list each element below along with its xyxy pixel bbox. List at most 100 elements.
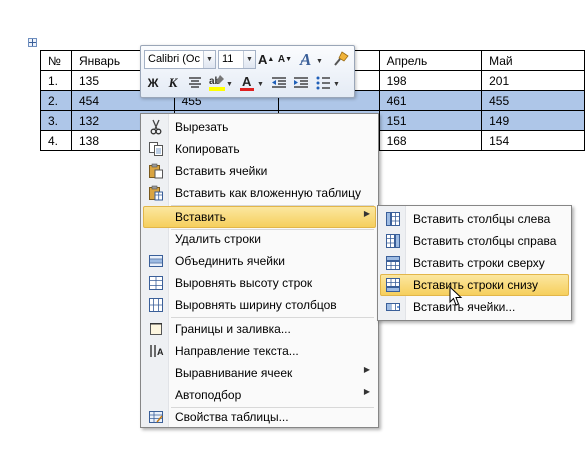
menu-item-table-properties[interactable]: Свойства таблицы... (143, 406, 376, 428)
table-cell[interactable]: 461 (378, 90, 483, 111)
menu-item-insert[interactable]: Вставить ▶ (143, 206, 376, 228)
menu-item-merge-cells[interactable]: Объединить ячейки (143, 250, 376, 272)
svg-text:▼: ▼ (333, 81, 340, 88)
menu-item-label: Границы и заливка... (175, 322, 291, 336)
font-size-value: 11 (222, 53, 234, 65)
distribute-columns-icon (149, 298, 163, 312)
table-cell[interactable]: 3. (40, 110, 72, 131)
submenu-item-label: Вставить ячейки... (413, 300, 516, 314)
highlight-icon: ab ▼ (209, 75, 233, 91)
table-properties-icon (149, 411, 163, 423)
table-cell[interactable]: 154 (481, 130, 585, 151)
menu-item-label: Выровнять ширину столбцов (175, 298, 337, 312)
svg-text:▼: ▼ (226, 81, 233, 88)
font-color-icon: A ▼ (240, 74, 264, 91)
menu-item-paste-cells[interactable]: Вставить ячейки (143, 160, 376, 182)
submenu-item-insert-columns-right[interactable]: Вставить столбцы справа (380, 230, 569, 252)
insert-rows-above-icon (386, 256, 400, 270)
menu-item-label: Вставить ячейки (175, 164, 268, 178)
submenu-item-label: Вставить строки сверху (413, 256, 545, 270)
svg-text:▼: ▼ (316, 58, 323, 65)
table-cell[interactable]: № (40, 50, 72, 71)
align-center-icon (189, 77, 201, 88)
svg-text:A: A (299, 50, 311, 69)
table-cell[interactable]: 149 (481, 110, 585, 131)
menu-item-label: Выровнять высоту строк (175, 276, 313, 290)
increase-indent-button[interactable] (291, 73, 311, 93)
table-cell[interactable]: Май (481, 50, 585, 71)
menu-item-label: Вырезать (175, 120, 229, 134)
scissors-icon (150, 119, 162, 135)
table-cell[interactable]: 2. (40, 90, 72, 111)
menu-item-copy[interactable]: Копировать (143, 138, 376, 160)
submenu-item-label: Вставить столбцы слева (413, 212, 551, 226)
styles-button[interactable]: A ▼ (297, 49, 325, 69)
menu-item-borders-shading[interactable]: Границы и заливка... (143, 318, 376, 340)
font-size-combo[interactable]: 11 ▼ (218, 50, 256, 69)
submenu-item-label: Вставить столбцы справа (413, 234, 557, 248)
submenu-arrow-icon: ▶ (363, 387, 370, 396)
format-painter-icon (334, 51, 349, 66)
table-cell[interactable]: 198 (378, 70, 483, 91)
borders-icon (150, 323, 162, 335)
paste-table-icon (149, 185, 163, 201)
bullets-button[interactable]: ▼ (314, 73, 340, 93)
table-cell[interactable]: 151 (378, 110, 483, 131)
paste-icon (149, 163, 163, 179)
decrease-indent-button[interactable] (269, 73, 289, 93)
grow-font-icon: A (258, 52, 268, 67)
insert-submenu: Вставить столбцы слева Вставить столбцы … (377, 205, 572, 321)
highlight-button[interactable]: ab ▼ (207, 73, 233, 93)
menu-item-distribute-rows[interactable]: Выровнять высоту строк (143, 272, 376, 294)
insert-columns-right-icon (386, 234, 400, 248)
menu-item-cell-alignment[interactable]: Выравнивание ячеек ▶ (143, 362, 376, 384)
submenu-item-insert-cells[interactable]: Вставить ячейки... (380, 296, 569, 318)
font-name-value: Calibri (Oc (148, 53, 200, 65)
bold-icon: Ж (147, 76, 159, 90)
table-cell[interactable]: 1. (40, 70, 72, 91)
mouse-pointer-icon (449, 286, 463, 306)
context-menu: Вырезать Копировать Вставить ячейки Вста… (140, 113, 379, 428)
menu-item-autofit[interactable]: Автоподбор ▶ (143, 384, 376, 406)
menu-item-label: Объединить ячейки (175, 254, 285, 268)
menu-item-label: Удалить строки (175, 232, 261, 246)
submenu-arrow-icon: ▶ (363, 209, 370, 218)
submenu-item-insert-rows-below[interactable]: Вставить строки снизу (380, 274, 569, 296)
table-cell[interactable]: 4. (40, 130, 72, 151)
menu-item-label: Автоподбор (175, 388, 242, 402)
font-color-button[interactable]: A ▼ (238, 73, 264, 93)
svg-text:▼: ▼ (257, 81, 264, 88)
mini-toolbar: Calibri (Oc ▼ 11 ▼ A▲ A▼ A ▼ Ж К ab ▼ A … (140, 45, 355, 98)
svg-text:A: A (242, 74, 252, 89)
align-center-button[interactable] (186, 73, 204, 93)
submenu-item-insert-rows-above[interactable]: Вставить строки сверху (380, 252, 569, 274)
copy-icon (149, 142, 163, 156)
table-cell[interactable]: 201 (481, 70, 585, 91)
menu-item-cut[interactable]: Вырезать (143, 116, 376, 138)
table-move-handle[interactable] (28, 38, 37, 47)
font-name-combo[interactable]: Calibri (Oc ▼ (144, 50, 216, 69)
chevron-down-icon[interactable]: ▼ (203, 51, 215, 68)
menu-item-distribute-columns[interactable]: Выровнять ширину столбцов (143, 294, 376, 316)
decrease-indent-icon (272, 77, 286, 88)
format-painter-button[interactable] (331, 49, 351, 69)
menu-item-label: Вставить (175, 210, 226, 224)
menu-item-paste-nested-table[interactable]: Вставить как вложенную таблицу (143, 182, 376, 204)
table-cell[interactable]: 455 (481, 90, 585, 111)
table-cell[interactable]: 168 (378, 130, 483, 151)
insert-cells-icon (386, 303, 400, 311)
shrink-font-button[interactable]: A▼ (277, 50, 293, 70)
italic-button[interactable]: К (165, 73, 181, 93)
submenu-item-insert-columns-left[interactable]: Вставить столбцы слева (380, 208, 569, 230)
menu-item-label: Копировать (175, 142, 240, 156)
insert-rows-below-icon (386, 278, 400, 292)
styles-icon: A ▼ (299, 50, 323, 69)
menu-item-delete-rows[interactable]: Удалить строки (143, 228, 376, 250)
distribute-rows-icon (149, 276, 163, 290)
menu-item-text-direction[interactable]: A Направление текста... (143, 340, 376, 362)
bold-button[interactable]: Ж (145, 73, 161, 93)
table-cell[interactable]: Апрель (378, 50, 483, 71)
menu-item-label: Выравнивание ячеек (175, 366, 293, 380)
grow-font-button[interactable]: A▲ (258, 50, 274, 70)
chevron-down-icon[interactable]: ▼ (243, 51, 255, 68)
